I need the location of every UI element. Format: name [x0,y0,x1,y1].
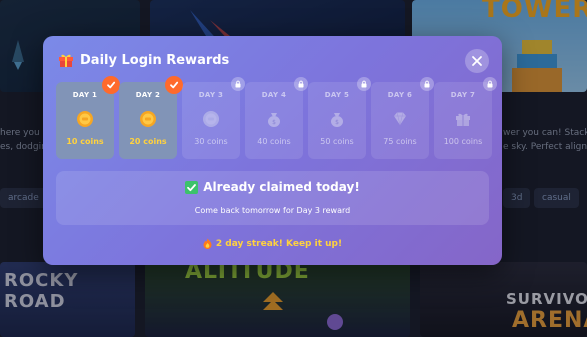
day-label: DAY 1 [72,91,98,99]
gift-icon [453,109,473,129]
money-bag-icon: $ [327,109,347,129]
day-reward: 30 coins [194,137,228,146]
day-card-1: DAY 1 10 coins [56,76,120,159]
daily-rewards-modal: Daily Login Rewards DAY 1 10 coins DAY 2… [43,36,502,265]
check-icon [102,76,120,94]
day-card-7: DAY 7 100 coins [434,77,497,159]
day-reward: 20 coins [129,137,167,146]
day-label: DAY 3 [198,91,224,99]
day-label: DAY 2 [135,91,161,99]
streak-banner: 2 day streak! Keep it up! [43,238,502,249]
day-card-6: DAY 6 75 coins [371,77,434,159]
reward-days-row: DAY 1 10 coins DAY 2 20 coins DAY 3 30 c… [56,76,497,159]
lock-icon [357,77,371,91]
check-icon [165,76,183,94]
day-label: DAY 7 [450,91,476,99]
day-card-4: DAY 4 $ 40 coins [245,77,308,159]
day-reward: 50 coins [320,137,354,146]
day-label: DAY 4 [261,91,287,99]
coin-icon [75,109,95,129]
day-card-3: DAY 3 30 coins [182,77,245,159]
claimed-subtitle: Come back tomorrow for Day 3 reward [194,206,351,215]
lock-icon [231,77,245,91]
svg-text:$: $ [335,119,339,126]
claimed-status-panel: Already claimed today! Come back tomorro… [56,171,489,225]
day-reward: 10 coins [66,137,104,146]
modal-title: Daily Login Rewards [80,52,230,68]
day-reward: 40 coins [257,137,291,146]
streak-text: 2 day streak! Keep it up! [215,238,343,249]
modal-header: Daily Login Rewards [58,52,229,68]
gem-icon [390,109,410,129]
claimed-title: Already claimed today! [203,180,360,194]
claimed-heading: Already claimed today! [56,180,489,194]
check-box-icon [185,180,199,194]
day-card-5: DAY 5 $ 50 coins [308,77,371,159]
day-card-2: DAY 2 20 coins [119,76,183,159]
money-bag-icon: $ [264,109,284,129]
lock-icon [294,77,308,91]
svg-text:$: $ [272,119,276,126]
lock-icon [483,77,497,91]
day-reward: 100 coins [443,137,483,146]
lock-icon [420,77,434,91]
fire-icon [203,238,212,249]
day-label: DAY 5 [324,91,350,99]
day-reward: 75 coins [383,137,417,146]
coin-icon [138,109,158,129]
coin-icon [201,109,221,129]
close-button[interactable] [465,49,489,73]
day-label: DAY 6 [387,91,413,99]
gift-icon [59,54,73,67]
close-icon [472,56,482,66]
